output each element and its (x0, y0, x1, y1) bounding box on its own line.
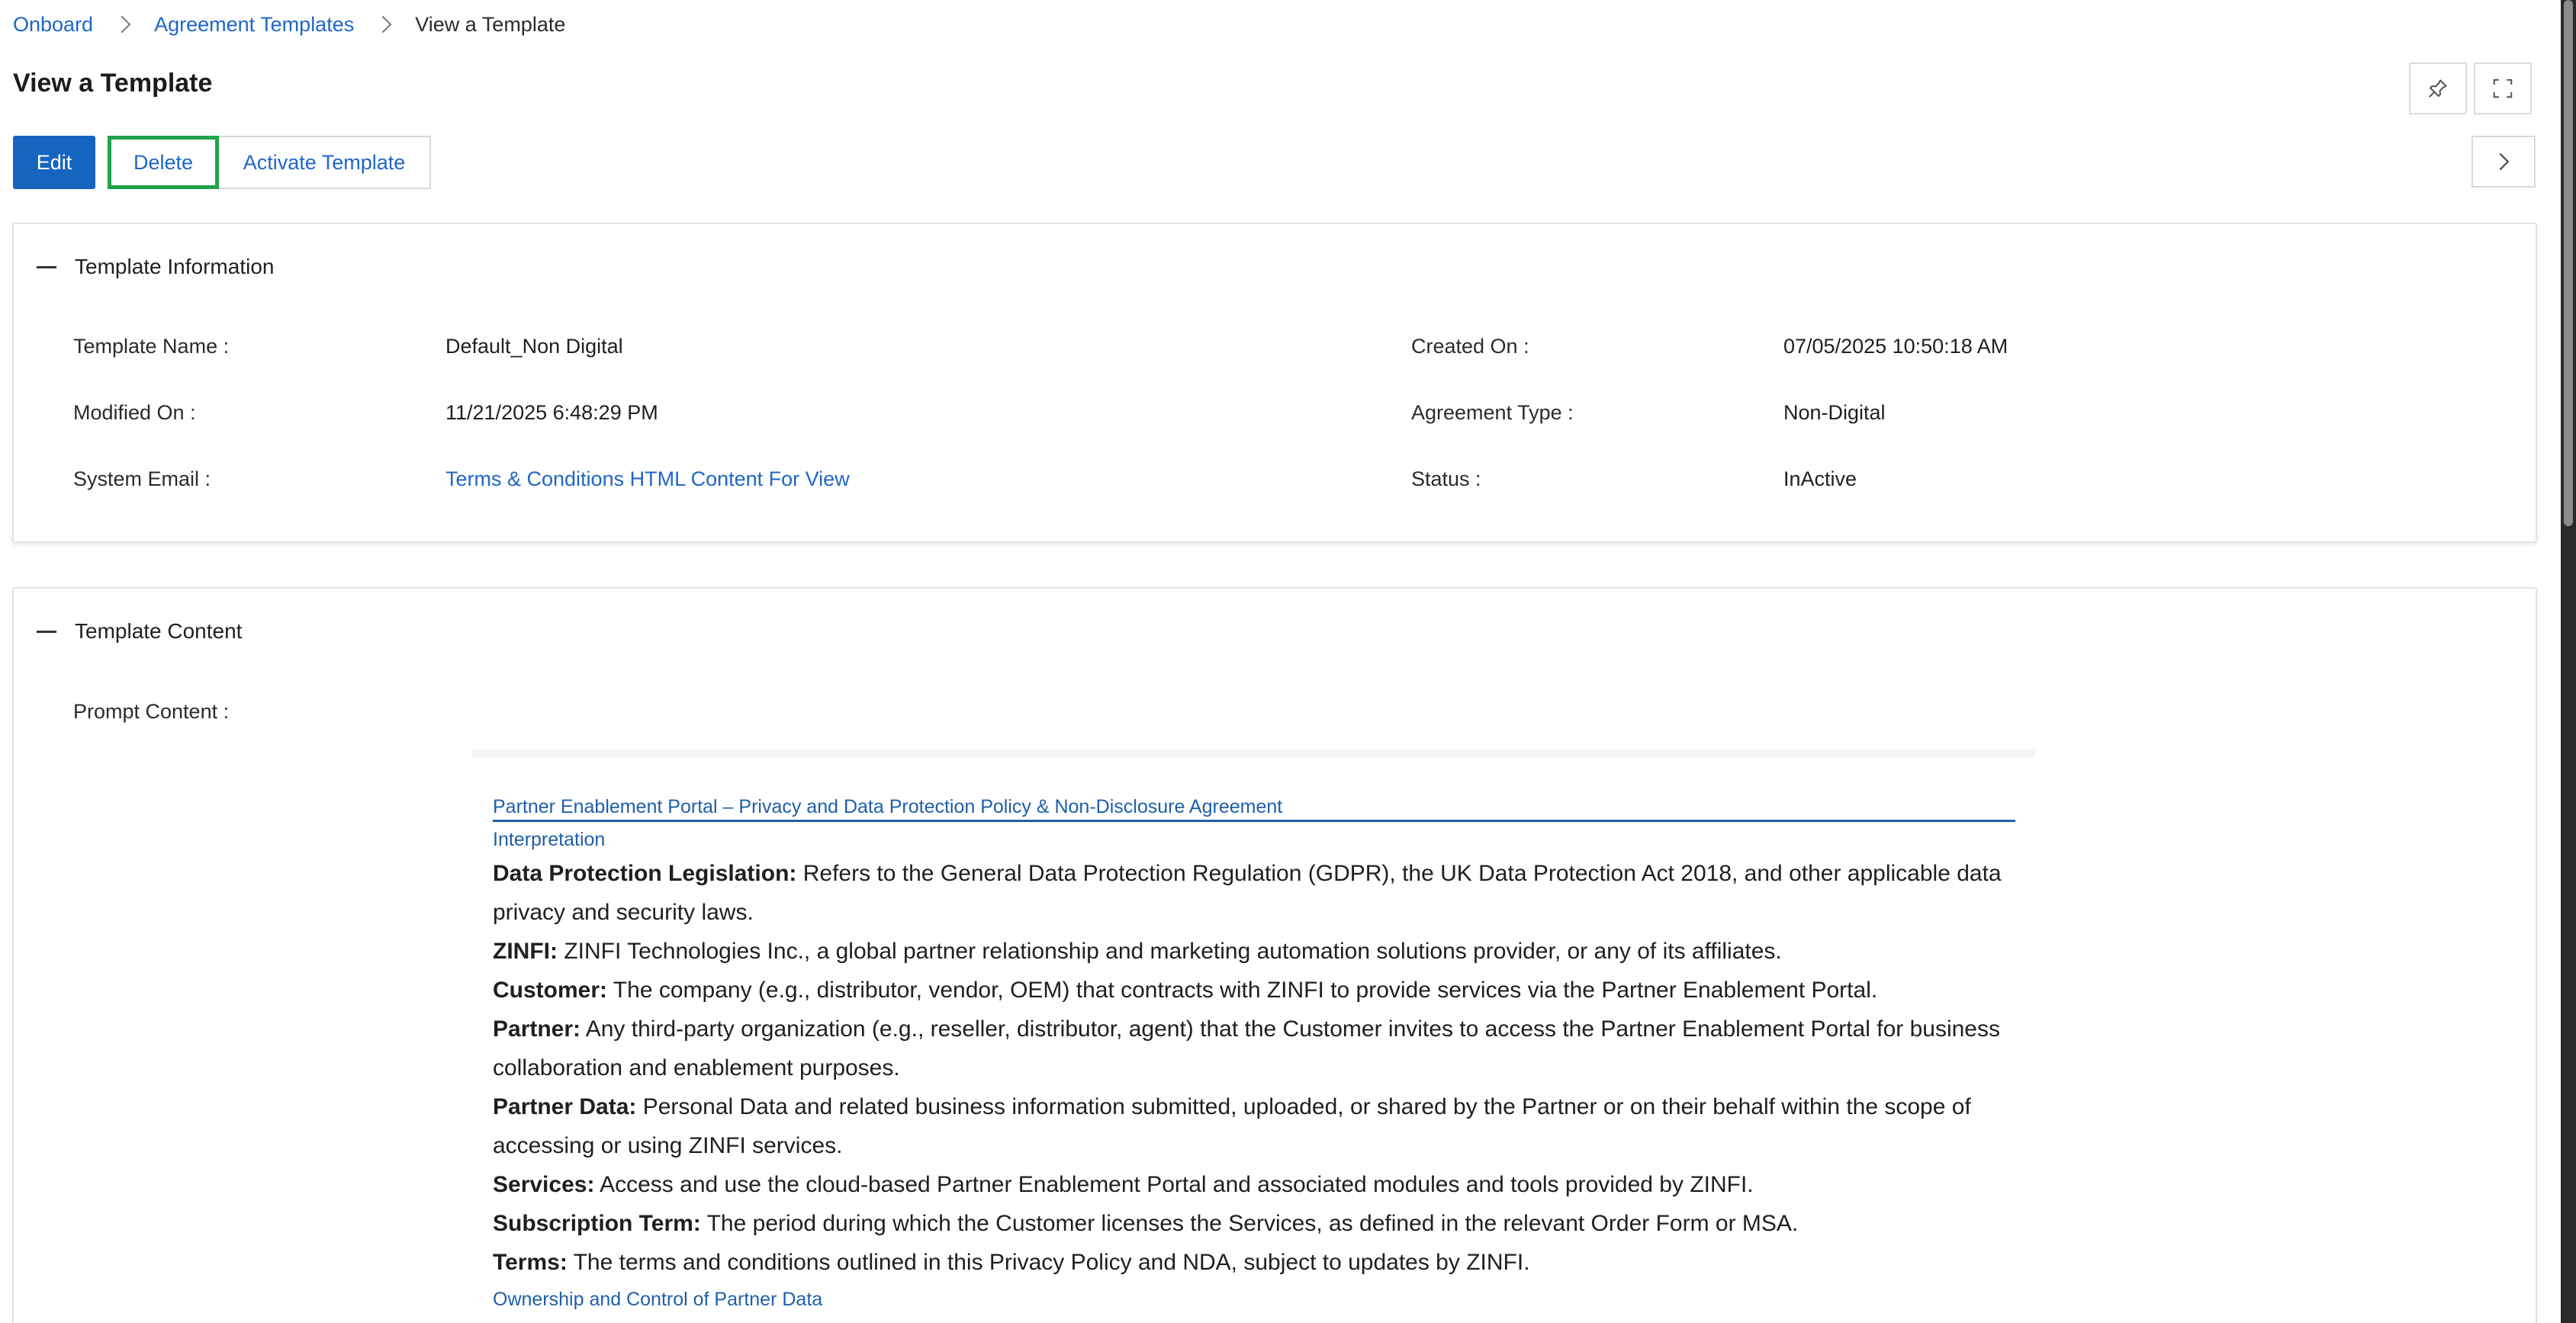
definition-text: ZINFI Technologies Inc., a global partne… (557, 939, 1782, 964)
definition-text: The period during which the Customer lic… (700, 1211, 1799, 1236)
definition-text: Access and use the cloud-based Partner E… (594, 1172, 1754, 1197)
definition-text: Personal Data and related business infor… (493, 1094, 1971, 1158)
template-information-header[interactable]: Template Information (37, 255, 274, 279)
template-content-card: Template Content Prompt Content : Partne… (12, 587, 2537, 1323)
chevron-right-icon (113, 15, 131, 34)
agreement-type-value: Non-Digital (1783, 401, 1886, 424)
edit-button[interactable]: Edit (13, 136, 95, 189)
created-on-label: Created On : (1411, 335, 1529, 358)
document-title: Partner Enablement Portal – Privacy and … (493, 796, 2015, 822)
definition-item: Terms: The terms and conditions outlined… (493, 1243, 2015, 1282)
definition-item: Subscription Term: The period during whi… (493, 1204, 2015, 1243)
breadcrumb-current: View a Template (415, 12, 566, 36)
document-heading: Ownership and Control of Partner Data (493, 1289, 823, 1310)
system-email-link[interactable]: Terms & Conditions HTML Content For View (445, 467, 850, 491)
pin-icon (2429, 79, 2447, 98)
modified-on-label: Modified On : (73, 401, 196, 424)
delete-button[interactable]: Delete (108, 136, 219, 189)
breadcrumb: Onboard Agreement Templates View a Templ… (13, 11, 565, 38)
definition-term: Services: (493, 1172, 595, 1197)
fullscreen-icon (2493, 79, 2513, 98)
collapse-icon (37, 265, 56, 268)
definition-item: Partner: Any third-party organization (e… (493, 1010, 2015, 1087)
breadcrumb-link-onboard[interactable]: Onboard (13, 13, 93, 37)
status-label: Status : (1411, 467, 1481, 490)
action-toolbar: Edit Delete Activate Template (13, 136, 431, 189)
definition-term: Data Protection Legislation: (493, 861, 797, 886)
fullscreen-button[interactable] (2474, 63, 2532, 114)
definition-item: ZINFI: ZINFI Technologies Inc., a global… (493, 932, 2015, 971)
document-heading: Interpretation (493, 829, 606, 850)
template-name-label: Template Name : (73, 335, 230, 358)
system-email-label: System Email : (73, 467, 211, 490)
page-title: View a Template (13, 69, 213, 98)
definition-term: Partner Data: (493, 1094, 637, 1119)
template-content-header[interactable]: Template Content (37, 619, 242, 644)
template-information-card: Template Information Template Name : Def… (12, 223, 2537, 543)
created-on-value: 07/05/2025 10:50:18 AM (1783, 335, 2008, 358)
definition-term: Terms: (493, 1250, 568, 1275)
page: Onboard Agreement Templates View a Templ… (0, 0, 2576, 1323)
breadcrumb-link-agreement-templates[interactable]: Agreement Templates (154, 13, 354, 37)
agreement-document: Partner Enablement Portal – Privacy and … (471, 749, 2035, 1314)
next-button[interactable] (2471, 136, 2536, 188)
status-value: InActive (1783, 467, 1857, 490)
definition-term: ZINFI: (493, 939, 558, 964)
section-title: Template Information (75, 255, 275, 278)
section-title: Template Content (75, 619, 243, 643)
definition-term: Subscription Term: (493, 1211, 701, 1236)
agreement-type-label: Agreement Type : (1411, 401, 1574, 424)
prompt-content-label: Prompt Content : (73, 700, 230, 723)
pin-button[interactable] (2409, 63, 2467, 114)
definition-text: The company (e.g., distributor, vendor, … (607, 978, 1878, 1003)
definition-item: Partner Data: Personal Data and related … (493, 1087, 2015, 1165)
definition-text: Any third-party organization (e.g., rese… (493, 1016, 2000, 1081)
modified-on-value: 11/21/2025 6:48:29 PM (445, 401, 658, 424)
definition-term: Customer: (493, 978, 608, 1003)
activate-template-button[interactable]: Activate Template (219, 136, 431, 189)
chevron-right-icon (374, 15, 392, 34)
collapse-icon (37, 630, 56, 633)
template-name-value: Default_Non Digital (445, 335, 623, 358)
definition-item: Services: Access and use the cloud-based… (493, 1165, 2015, 1204)
chevron-right-icon (2499, 153, 2510, 171)
vertical-scrollbar[interactable] (2561, 0, 2576, 1323)
definition-text: The terms and conditions outlined in thi… (567, 1250, 1530, 1275)
definition-item: Customer: The company (e.g., distributor… (493, 971, 2015, 1010)
definition-term: Partner: (493, 1016, 581, 1042)
scrollbar-thumb[interactable] (2564, 0, 2573, 526)
definition-item: Data Protection Legislation: Refers to t… (493, 854, 2015, 932)
